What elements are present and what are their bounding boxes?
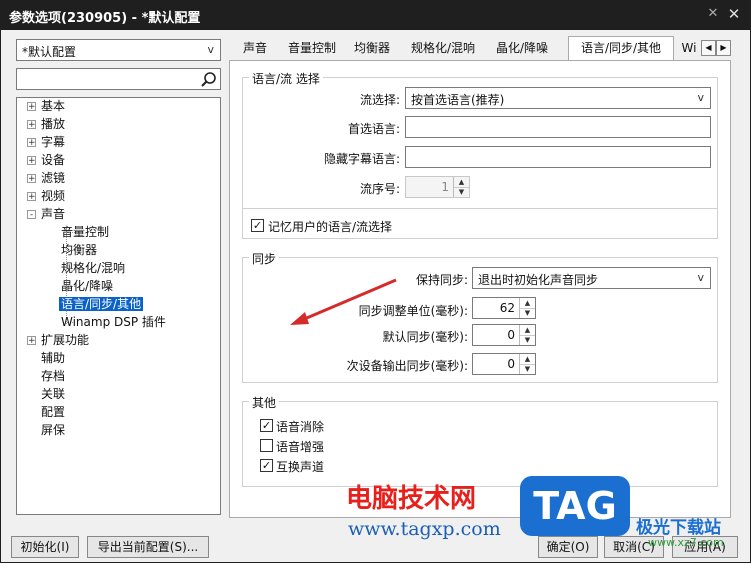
export-config-button[interactable]: 导出当前配置(S)... (87, 536, 209, 558)
init-button[interactable]: 初始化(I) (11, 536, 79, 558)
watermark-site-url: www.xz7.com (648, 536, 724, 549)
watermark-logo: TAG (520, 476, 630, 536)
watermark-site: 极光下载站 (636, 518, 721, 538)
watermark-text: 电脑技术网 (346, 484, 477, 514)
watermark-url: www.tagxp.com (348, 518, 501, 540)
ok-button[interactable]: 确定(O) (538, 536, 598, 558)
